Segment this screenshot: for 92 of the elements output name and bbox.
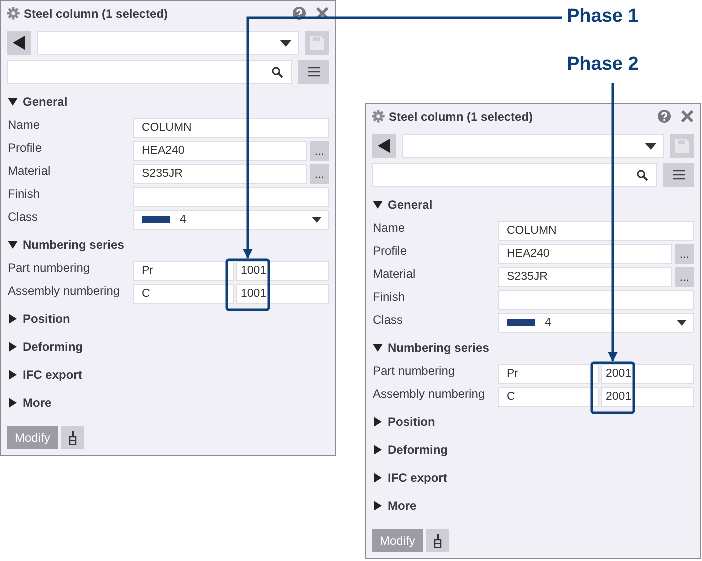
section-header[interactable]: Position (388, 415, 436, 429)
start-number-field[interactable]: 1001 (236, 260, 329, 280)
collapsed-triangle-icon[interactable] (373, 445, 383, 455)
section-header[interactable]: More (23, 396, 52, 410)
section-header[interactable]: Deforming (388, 443, 448, 457)
collapsed-triangle-icon[interactable] (373, 501, 383, 511)
search-field[interactable] (7, 60, 292, 84)
help-icon[interactable] (293, 7, 306, 20)
expanded-triangle-icon[interactable] (373, 200, 383, 210)
section-header[interactable]: General (388, 198, 433, 212)
section-header[interactable]: Deforming (23, 340, 83, 354)
collapsed-triangle-icon[interactable] (8, 370, 18, 380)
section-header[interactable]: Numbering series (23, 238, 124, 252)
section-header[interactable]: IFC export (23, 368, 82, 382)
text-field[interactable]: HEA240 (498, 244, 672, 264)
back-button[interactable] (7, 31, 31, 55)
section-header[interactable]: Numbering series (388, 341, 490, 355)
property-label: Profile (373, 243, 408, 258)
expanded-triangle-icon[interactable] (8, 97, 18, 107)
gear-icon (7, 7, 20, 20)
prefix-field[interactable]: C (133, 284, 234, 304)
class-dropdown[interactable]: 4 (498, 312, 694, 332)
back-button[interactable] (372, 134, 396, 158)
brush-button[interactable] (426, 529, 450, 552)
menu-icon (308, 67, 320, 77)
close-icon[interactable] (681, 110, 694, 123)
section-header[interactable]: IFC export (388, 471, 448, 485)
prefix-field[interactable]: Pr (498, 364, 599, 384)
caret-icon (280, 40, 292, 46)
brush-icon (434, 534, 442, 548)
text-field[interactable]: HEA240 (133, 140, 307, 160)
highlight-frame (590, 362, 636, 414)
property-label: Part numbering (8, 260, 92, 275)
browse-button[interactable]: ... (310, 164, 329, 184)
expanded-triangle-icon[interactable] (373, 343, 383, 353)
property-label: Finish (373, 289, 406, 304)
start-number-field[interactable]: 2001 (601, 364, 694, 384)
text-field[interactable]: S235JR (133, 164, 307, 184)
section-header[interactable]: Position (23, 312, 70, 326)
panel-title: Steel column (1 selected) (389, 110, 534, 124)
collapsed-triangle-icon[interactable] (8, 342, 18, 352)
close-icon[interactable] (316, 7, 329, 20)
collapsed-triangle-icon[interactable] (8, 398, 18, 408)
expanded-triangle-icon[interactable] (8, 240, 18, 250)
menu-button[interactable] (298, 60, 329, 84)
caret-icon (645, 142, 657, 150)
property-label: Name (373, 220, 406, 235)
search-icon (637, 170, 648, 180)
browse-button[interactable]: ... (675, 266, 694, 286)
property-label: Material (8, 163, 52, 178)
property-label: Profile (8, 140, 44, 155)
menu-icon (672, 170, 684, 180)
class-dropdown[interactable]: 4 (133, 210, 329, 230)
left-triangle-icon (12, 36, 26, 50)
text-field[interactable] (133, 186, 329, 206)
start-number-field[interactable]: 1001 (236, 284, 329, 304)
gear-icon (372, 110, 385, 123)
property-label: Assembly numbering (8, 283, 122, 298)
highlight-frame (226, 258, 270, 312)
property-label: Material (373, 266, 417, 281)
callout-label: Phase 2 (567, 54, 639, 76)
brush-button[interactable] (61, 426, 84, 449)
prefix-field[interactable]: C (498, 386, 599, 406)
property-label: Finish (8, 186, 42, 201)
text-field[interactable]: COLUMN (133, 118, 329, 138)
property-label: Assembly numbering (373, 386, 486, 401)
search-field[interactable] (372, 163, 657, 187)
property-label: Name (8, 117, 42, 132)
section-header[interactable]: General (23, 95, 68, 109)
collapsed-triangle-icon[interactable] (373, 417, 383, 427)
start-number-field[interactable]: 2001 (601, 386, 694, 406)
property-label: Part numbering (373, 363, 456, 378)
caret-icon (677, 320, 687, 326)
panel-title: Steel column (1 selected) (24, 6, 170, 20)
search-icon (272, 66, 283, 78)
text-field[interactable] (498, 290, 694, 310)
brush-icon (68, 430, 77, 444)
section-header[interactable]: More (388, 499, 417, 513)
left-triangle-icon (377, 139, 391, 153)
text-field[interactable]: COLUMN (498, 220, 694, 240)
callout-label: Phase 1 (567, 6, 639, 28)
property-label: Class (373, 312, 404, 327)
text-field[interactable]: S235JR (498, 266, 672, 286)
browse-button[interactable]: ... (310, 140, 329, 160)
help-icon[interactable] (658, 110, 671, 123)
prefix-field[interactable]: Pr (133, 260, 234, 280)
collapsed-triangle-icon[interactable] (8, 314, 18, 324)
menu-button[interactable] (663, 163, 694, 187)
collapsed-triangle-icon[interactable] (373, 473, 383, 483)
browse-button[interactable]: ... (675, 244, 694, 264)
caret-icon (312, 216, 322, 222)
property-label: Class (8, 209, 40, 224)
